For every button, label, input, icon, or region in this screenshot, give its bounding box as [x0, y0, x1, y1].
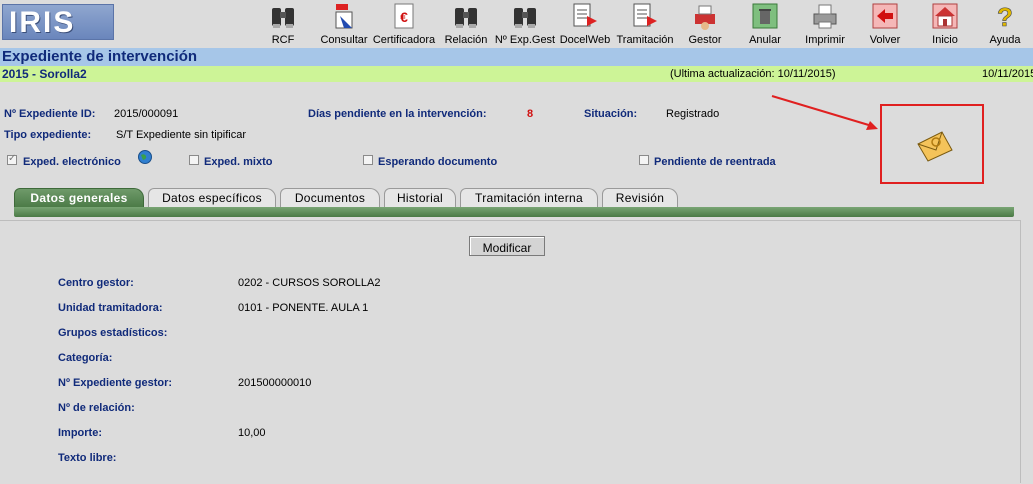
toolbar-button-imprimir[interactable]: Imprimir [805, 0, 845, 48]
pendiente-reentrada-checkbox[interactable] [639, 155, 649, 165]
toolbar-label: Nº Exp.Gest [494, 34, 556, 46]
consult-icon [335, 4, 353, 29]
field-label: Importe: [58, 427, 102, 439]
tab-documentos[interactable]: Documentos [280, 188, 380, 207]
current-date: 10/11/2015 [982, 68, 1033, 80]
toolbar-button-docelweb[interactable]: DocelWeb [559, 0, 611, 48]
esperando-documento-label: Esperando documento [378, 156, 498, 168]
printer-icon [813, 4, 837, 29]
toolbar-label: Inicio [932, 34, 958, 46]
toolbar-button-certificadora[interactable]: € Certificadora [372, 0, 436, 48]
toolbar-button-anular[interactable]: Anular [746, 0, 784, 48]
certificate-icon: € [394, 3, 414, 29]
field-label: Unidad tramitadora: [58, 302, 163, 314]
dias-pendiente-value: 8 [527, 108, 534, 120]
toolbar-button-relacion[interactable]: Relación [443, 0, 489, 48]
toolbar-label: Gestor [688, 34, 722, 46]
svg-text:?: ? [997, 2, 1013, 32]
field-label: Nº de relación: [58, 402, 135, 414]
tab-revision[interactable]: Revisión [602, 188, 678, 207]
expediente-bar: 2015 - Sorolla2 (Ultima actualización: 1… [0, 66, 1033, 82]
toolbar: IRIS RCF Consultar € Certificadora Relac… [0, 0, 1033, 48]
toolbar-label: DocelWeb [559, 34, 611, 46]
situacion-label: Situación: [584, 108, 638, 120]
exped-electronico-label: Exped. electrónico [23, 156, 121, 168]
toolbar-button-inicio[interactable]: Inicio [928, 0, 962, 48]
toolbar-button-volver[interactable]: Volver [866, 0, 904, 48]
back-arrow-icon [872, 3, 898, 29]
pendiente-reentrada-label: Pendiente de reentrada [654, 156, 776, 168]
document-arrow-icon [633, 3, 657, 27]
situacion-value: Registrado [666, 108, 720, 120]
field-value: 201500000010 [238, 377, 312, 389]
vertical-scrollbar[interactable] [1020, 220, 1033, 483]
toolbar-button-consultar[interactable]: Consultar [318, 0, 370, 48]
expediente-id-label: Nº Expediente ID: [4, 108, 96, 120]
tab-datos-especificos[interactable]: Datos específicos [148, 188, 276, 207]
dias-pendiente-label: Días pendiente en la intervención: [308, 108, 487, 120]
trash-icon [752, 3, 778, 29]
toolbar-label: Consultar [320, 34, 368, 46]
annotation-arrow [771, 95, 878, 130]
exped-electronico-checkbox[interactable] [7, 153, 17, 165]
binoculars-icon [272, 8, 294, 28]
toolbar-label: Certificadora [372, 34, 436, 46]
iris-logo: IRIS [2, 4, 114, 40]
toolbar-button-exp-gest[interactable]: Nº Exp.Gest [494, 0, 556, 48]
binoculars-icon [455, 8, 477, 28]
field-label: Centro gestor: [58, 277, 134, 289]
tipo-expediente-value: S/T Expediente sin tipificar [116, 129, 247, 141]
expediente-id-value: 2015/000091 [114, 108, 179, 120]
field-value: 0202 - CURSOS SOROLLA2 [238, 277, 381, 289]
exped-mixto-label: Exped. mixto [204, 156, 273, 168]
tab-underline [14, 207, 1014, 217]
esperando-documento-checkbox[interactable] [363, 155, 373, 165]
field-label: Grupos estadísticos: [58, 327, 168, 339]
toolbar-button-tramitacion[interactable]: Tramitación [616, 0, 674, 48]
tab-historial[interactable]: Historial [384, 188, 456, 207]
page-title: Expediente de intervención [2, 48, 198, 65]
field-label: Texto libre: [58, 452, 117, 464]
toolbar-label: RCF [271, 34, 295, 46]
tipo-expediente-label: Tipo expediente: [4, 129, 92, 141]
toolbar-button-rcf[interactable]: RCF [266, 0, 300, 48]
document-arrow-icon [573, 3, 597, 27]
toolbar-button-ayuda[interactable]: ? Ayuda [986, 0, 1024, 48]
field-value: 0101 - PONENTE. AULA 1 [238, 302, 369, 314]
help-icon: ? [997, 2, 1013, 32]
toolbar-label: Relación [444, 34, 488, 46]
tab-content-panel [0, 220, 1020, 484]
last-update: (Ultima actualización: 10/11/2015) [670, 68, 836, 80]
page-title-bar: Expediente de intervención [0, 48, 1033, 66]
toolbar-label: Tramitación [616, 34, 674, 46]
field-value: 10,00 [238, 427, 266, 439]
toolbar-button-gestor[interactable]: Gestor [684, 0, 726, 48]
tab-tramitacion-interna[interactable]: Tramitación interna [460, 188, 598, 207]
toolbar-label: Ayuda [989, 34, 1021, 46]
envelope-icon[interactable] [916, 130, 954, 162]
toolbar-label: Volver [869, 34, 901, 46]
exped-mixto-checkbox[interactable] [189, 155, 199, 165]
field-label: Categoría: [58, 352, 113, 364]
svg-text:€: € [400, 9, 408, 25]
binoculars-icon [514, 8, 536, 28]
home-icon [932, 3, 958, 29]
printer-hand-icon [695, 5, 715, 30]
tab-datos-generales[interactable]: Datos generales [14, 188, 144, 207]
toolbar-label: Imprimir [805, 34, 845, 46]
globe-icon[interactable] [137, 149, 153, 165]
field-label: Nº Expediente gestor: [58, 377, 173, 389]
modificar-button[interactable]: Modificar [469, 236, 545, 256]
toolbar-label: Anular [749, 34, 781, 46]
expediente-name: 2015 - Sorolla2 [2, 67, 87, 81]
